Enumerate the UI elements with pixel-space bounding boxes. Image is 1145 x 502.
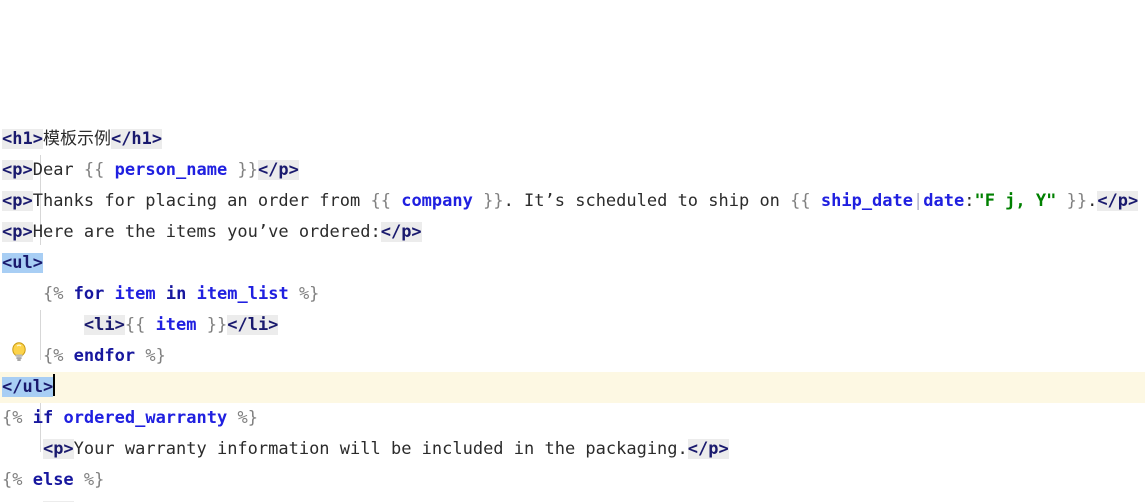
token-tag: </p> <box>380 222 422 242</box>
token-delim: }} <box>1056 191 1088 211</box>
token-tag: <li> <box>83 315 125 335</box>
token-delim: %} <box>227 408 258 428</box>
code-line[interactable]: {% else %} <box>0 465 1145 496</box>
code-line[interactable]: <p>Here are the items you’ve ordered:</p… <box>0 217 1145 248</box>
token-delim: {% <box>2 470 33 490</box>
code-line[interactable]: <p>Dear {{ person_name }}</p> <box>0 155 1145 186</box>
token-str: "F j, Y" <box>974 191 1057 211</box>
token-kw: endfor <box>73 346 136 366</box>
code-editor[interactable]: <h1>模板示例</h1> <p>Dear {{ person_name }}</… <box>0 0 1145 502</box>
code-line[interactable]: <h1>模板示例</h1> <box>0 124 1145 155</box>
code-line[interactable]: <p>You didn’t order a warranty, so you’r… <box>0 496 1145 502</box>
token-kw: if <box>32 408 54 428</box>
token-tag: </h1> <box>110 129 163 149</box>
token-kw: for <box>73 284 105 304</box>
token-delim: {% <box>2 408 33 428</box>
token-var: ship_date <box>820 191 913 211</box>
token-txt: : <box>964 191 975 211</box>
token-tag: <p> <box>2 160 33 180</box>
token-cjk: 模板示例 <box>42 129 111 149</box>
text-caret <box>53 374 56 396</box>
code-line[interactable]: <li>{{ item }}</li> <box>0 310 1145 341</box>
token-var: person_name <box>114 160 228 180</box>
token-tag: </p> <box>687 439 729 459</box>
token-kw: in <box>165 284 187 304</box>
token-tag: <p> <box>2 191 33 211</box>
token-filter: date <box>923 191 965 211</box>
token-delim: }} <box>227 160 258 180</box>
token-delim: {{ <box>83 160 115 180</box>
token-tag: <p> <box>42 439 74 459</box>
token-tag: </ul> <box>2 377 54 397</box>
code-line[interactable]: {% endfor %} <box>0 341 1145 372</box>
token-var: item_list <box>196 284 289 304</box>
token-txt: Dear <box>32 160 84 180</box>
token-txt: Your warranty information will be includ… <box>73 439 688 459</box>
token-var: ordered_warranty <box>63 408 228 428</box>
token-txt: . It’s scheduled to ship on <box>503 191 791 211</box>
token-tag: <p> <box>2 222 33 242</box>
code-lines[interactable]: <h1>模板示例</h1> <p>Dear {{ person_name }}</… <box>0 124 1145 502</box>
token-tag: </p> <box>257 160 299 180</box>
token-kw: else <box>32 470 74 490</box>
lightbulb-icon[interactable] <box>10 341 28 363</box>
code-line[interactable]: {% if ordered_warranty %} <box>0 403 1145 434</box>
token-tag: </li> <box>227 315 279 335</box>
token-delim: {{ <box>370 191 402 211</box>
code-line[interactable]: </ul> <box>0 372 1145 403</box>
token-delim: %} <box>288 284 320 304</box>
code-line[interactable]: <ul> <box>0 248 1145 279</box>
code-line[interactable]: {% for item in item_list %} <box>0 279 1145 310</box>
token-txt: . <box>1087 191 1098 211</box>
token-delim: %} <box>135 346 166 366</box>
token-tag: </p> <box>1097 191 1139 211</box>
token-tag: <h1> <box>2 129 43 149</box>
token-txt: Here are the items you’ve ordered: <box>32 222 381 242</box>
token-delim: }} <box>196 315 228 335</box>
token-delim: }} <box>472 191 504 211</box>
token-delim: %} <box>73 470 105 490</box>
token-delim: {{ <box>790 191 821 211</box>
token-var: item <box>114 284 156 304</box>
code-line[interactable]: <p>Thanks for placing an order from {{ c… <box>0 186 1145 217</box>
token-delim: {{ <box>124 315 156 335</box>
token-txt: Thanks for placing an order from <box>32 191 371 211</box>
token-pipe: | <box>913 191 924 211</box>
token-delim: {% <box>42 284 74 304</box>
code-line[interactable]: <p>Your warranty information will be inc… <box>0 434 1145 465</box>
token-var: company <box>401 191 473 211</box>
token-delim: {% <box>42 346 74 366</box>
token-tag: <ul> <box>2 253 43 273</box>
token-var: item <box>155 315 197 335</box>
